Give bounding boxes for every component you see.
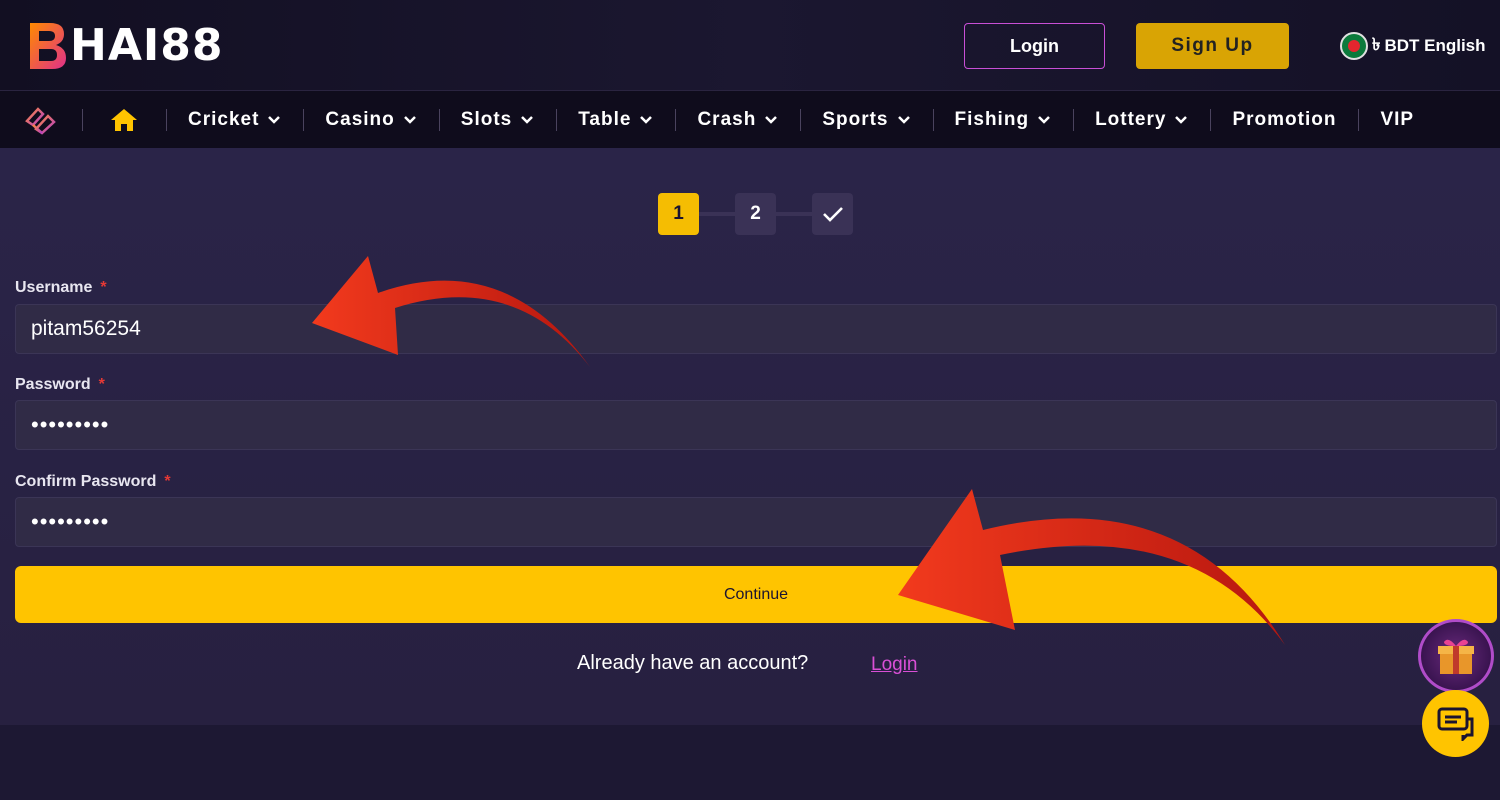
step-indicator: 1 2	[658, 193, 853, 235]
nav-table[interactable]: Table	[556, 91, 675, 149]
nav-cricket[interactable]: Cricket	[166, 91, 303, 149]
nav-fishing-label: Fishing	[954, 108, 1030, 130]
check-icon	[822, 207, 843, 222]
nav-lottery-label: Lottery	[1095, 108, 1167, 130]
chevron-down-icon	[403, 115, 416, 124]
nav-sports-label: Sports	[822, 108, 889, 130]
password-label: Password *	[15, 376, 105, 394]
bangladesh-flag-icon	[1340, 32, 1368, 60]
home-icon	[111, 108, 137, 131]
continue-button[interactable]: Continue	[15, 566, 1497, 623]
nav-vip-label: VIP	[1380, 108, 1415, 130]
language-selector[interactable]: ৳ BDT English	[1340, 31, 1486, 61]
chevron-down-icon	[640, 115, 653, 124]
nav-promotion[interactable]: Promotion	[1210, 91, 1358, 149]
chevron-down-icon	[1038, 115, 1050, 124]
site-header: HAI88 Login Sign Up ৳ BDT English	[0, 0, 1500, 90]
main-nav: Cricket Casino Slots Table Crash Sports …	[0, 90, 1500, 148]
login-link[interactable]: Login	[871, 654, 918, 676]
gift-bonus-button[interactable]	[1418, 619, 1494, 693]
nav-cricket-label: Cricket	[188, 108, 260, 130]
step-connector	[699, 212, 735, 216]
required-mark: *	[100, 279, 107, 296]
logo-text: HAI88	[70, 20, 224, 71]
logo-mark-icon	[30, 23, 66, 69]
nav-promotion-label: Promotion	[1232, 108, 1337, 130]
chevron-down-icon	[1175, 115, 1188, 124]
step-1: 1	[658, 193, 699, 235]
nav-casino[interactable]: Casino	[303, 91, 438, 149]
required-mark: *	[98, 376, 105, 393]
step-2: 2	[735, 193, 776, 235]
confirm-password-label: Confirm Password *	[15, 473, 171, 491]
nav-sports[interactable]: Sports	[800, 91, 932, 149]
username-label: Username *	[15, 279, 107, 297]
chat-icon	[1437, 707, 1473, 741]
header-signup-button[interactable]: Sign Up	[1136, 23, 1289, 69]
nav-vip[interactable]: VIP	[1358, 91, 1436, 149]
currency-symbol: ৳	[1372, 35, 1381, 54]
nav-menu-logo[interactable]	[0, 91, 82, 149]
username-label-text: Username	[15, 279, 93, 296]
chevron-down-icon	[268, 115, 281, 124]
nav-slots-label: Slots	[460, 108, 513, 130]
step-complete	[812, 193, 853, 235]
chevron-down-icon	[897, 115, 910, 124]
nav-lottery[interactable]: Lottery	[1073, 91, 1210, 149]
brand-menu-icon	[25, 106, 56, 135]
language-label: BDT English	[1384, 36, 1486, 55]
nav-home[interactable]	[82, 91, 166, 149]
nav-table-label: Table	[578, 108, 632, 130]
already-have-account-text: Already have an account?	[577, 652, 809, 674]
nav-slots[interactable]: Slots	[438, 91, 556, 149]
nav-crash-label: Crash	[697, 108, 757, 130]
header-login-button[interactable]: Login	[964, 23, 1105, 69]
chevron-down-icon	[765, 115, 778, 124]
nav-fishing[interactable]: Fishing	[932, 91, 1074, 149]
nav-casino-label: Casino	[325, 108, 395, 130]
gift-box-icon	[1438, 639, 1474, 674]
live-chat-button[interactable]	[1422, 690, 1489, 757]
password-label-text: Password	[15, 376, 91, 393]
confirm-password-input[interactable]: •••••••••	[15, 497, 1497, 547]
username-input[interactable]: pitam56254	[15, 304, 1497, 354]
password-input[interactable]: •••••••••	[15, 400, 1497, 450]
required-mark: *	[164, 473, 171, 490]
site-logo[interactable]: HAI88	[26, 20, 223, 72]
chevron-down-icon	[521, 115, 534, 124]
confirm-password-label-text: Confirm Password	[15, 473, 157, 490]
nav-crash[interactable]: Crash	[675, 91, 800, 149]
step-connector	[776, 212, 812, 216]
